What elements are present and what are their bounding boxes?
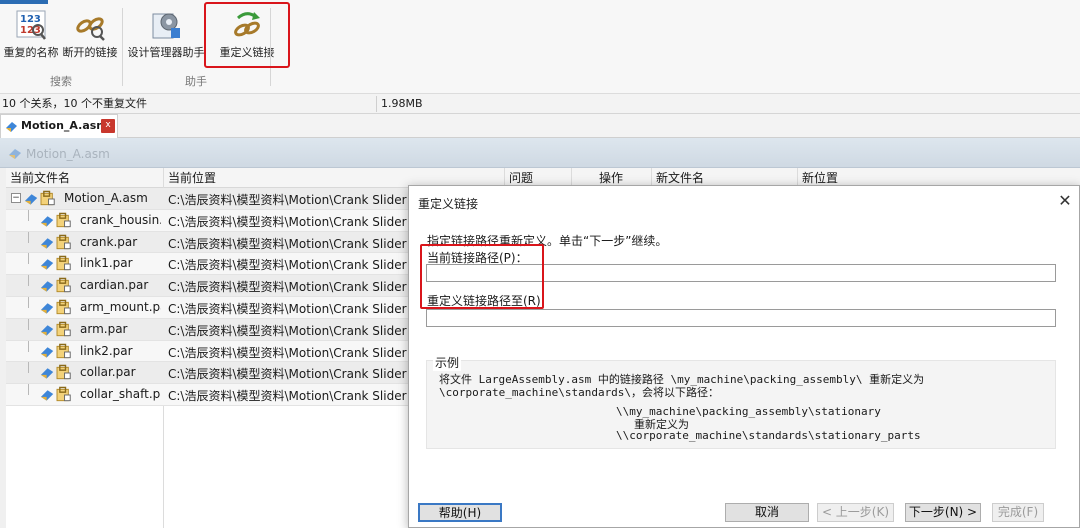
cancel-button[interactable]: 取消 — [725, 503, 809, 522]
row-filename: crank.par — [80, 234, 138, 249]
status-size: 1.98MB — [381, 97, 423, 110]
row-filename: cardian.par — [80, 278, 149, 293]
row-filename: arm.par — [80, 321, 128, 336]
dialog-title: 重定义链接 — [418, 197, 479, 211]
ribbon-group-assistant: 助手 — [185, 75, 207, 88]
status-separator — [376, 96, 377, 112]
tree-line — [28, 362, 29, 374]
assembly-header-label: Motion_A.asm — [26, 147, 110, 161]
redefine-link-path-input[interactable] — [426, 309, 1056, 327]
tree-line — [28, 384, 29, 396]
tree-line — [28, 297, 29, 308]
example-line: \\corporate_machine\standards\stationary… — [616, 429, 921, 442]
tree-line — [28, 340, 29, 352]
row-location: C:\浩辰资料\模型资料\Motion\Crank Slider M — [168, 302, 414, 316]
row-location: C:\浩辰资料\模型资料\Motion\Crank Slider M — [168, 280, 414, 295]
assembly-header: Motion_A.asm — [0, 138, 1080, 168]
part-icon — [40, 234, 71, 249]
row-location: C:\浩辰资料\模型资料\Motion\Crank Slider M — [168, 367, 414, 382]
row-filename: arm_mount.par — [80, 300, 161, 314]
broken-links-button[interactable]: 断开的链接 — [60, 4, 120, 68]
example-title: 示例 — [433, 354, 462, 371]
document-tab-bar: Motion_A.asm x — [0, 114, 1080, 138]
assembly-icon — [9, 149, 21, 159]
part-icon — [40, 299, 71, 315]
back-button[interactable]: < 上一步(K) — [817, 503, 894, 522]
tab-close-icon[interactable]: x — [101, 119, 115, 133]
part-icon — [40, 365, 71, 380]
broken-links-icon — [76, 17, 105, 41]
tree-line — [28, 209, 29, 221]
status-relations: 10 个关系，10 个不重复文件 — [2, 97, 147, 110]
tree-line — [28, 253, 29, 265]
ribbon-toolbar: 123 123 重复的名称 断开的链接 设计管理器助手 重定义链接 搜索 助手 — [0, 0, 1080, 94]
part-icon — [40, 386, 71, 402]
document-tab-label: Motion_A.asm — [21, 119, 108, 132]
duplicate-names-label: 重复的名称 — [3, 46, 59, 59]
row-location: C:\浩辰资料\模型资料\Motion\Crank Slider M — [168, 389, 414, 404]
broken-links-label: 断开的链接 — [62, 46, 118, 59]
highlight-box — [420, 244, 544, 309]
tree-line — [28, 275, 29, 287]
row-filename: link1.par — [80, 256, 133, 271]
example-line: \corporate_machine\standards\，会将以下路径： — [439, 386, 720, 399]
finish-button[interactable]: 完成(F) — [992, 503, 1044, 522]
next-button[interactable]: 下一步(N) > — [905, 503, 981, 522]
design-manager-assistant-button[interactable]: 设计管理器助手 — [126, 4, 206, 68]
duplicate-names-button[interactable]: 123 123 重复的名称 — [2, 4, 60, 68]
highlight-box — [204, 2, 290, 68]
row-filename: collar_shaft.par — [80, 387, 161, 402]
ribbon-group-search: 搜索 — [50, 75, 72, 88]
row-location: C:\浩辰资料\模型资料\Motion\Crank Slider M — [168, 258, 414, 273]
part-icon — [40, 256, 71, 271]
close-icon[interactable]: ✕ — [1055, 191, 1075, 211]
duplicate-names-icon: 123 123 — [16, 10, 46, 40]
help-button[interactable]: 帮助(H) — [418, 503, 502, 522]
assembly-icon — [6, 122, 17, 132]
part-icon — [40, 277, 71, 293]
redefine-links-dialog: 重定义链接 ✕ 指定链接路径重新定义。单击“下一步”继续。 当前链接路径(P)：… — [408, 185, 1080, 528]
row-location: C:\浩辰资料\模型资料\Motion\Crank Slider M — [168, 236, 414, 251]
part-icon — [40, 321, 71, 336]
column-current-filename[interactable]: 当前文件名 — [10, 168, 160, 188]
row-location: C:\浩辰资料\模型资料\Motion\Crank Slider M — [168, 214, 414, 229]
row-location: C:\浩辰资料\模型资料\Motion\Crank Slider M — [168, 323, 414, 338]
assembly-icon — [24, 190, 55, 206]
row-filename: crank_housin... — [80, 212, 161, 227]
tree-line — [28, 318, 29, 330]
row-location: C:\浩辰资料\模型资料\Motion\Crank Slider M — [168, 345, 414, 360]
collapse-toggle-icon[interactable]: − — [11, 193, 21, 203]
part-icon — [40, 212, 71, 227]
design-manager-assistant-icon — [152, 13, 180, 39]
row-filename: collar.par — [80, 365, 136, 380]
part-icon — [40, 343, 71, 358]
design-manager-assistant-label: 设计管理器助手 — [127, 46, 205, 59]
row-filename: Motion_A.asm — [64, 191, 148, 205]
column-current-location[interactable]: 当前位置 — [168, 168, 368, 188]
tree-line — [28, 231, 29, 243]
status-bar: 10 个关系，10 个不重复文件 1.98MB — [0, 94, 1080, 114]
row-location: C:\浩辰资料\模型资料\Motion\Crank Slider M — [168, 193, 414, 207]
document-tab[interactable]: Motion_A.asm x — [0, 114, 118, 138]
row-filename: link2.par — [80, 343, 133, 358]
svg-text:123: 123 — [20, 14, 41, 25]
